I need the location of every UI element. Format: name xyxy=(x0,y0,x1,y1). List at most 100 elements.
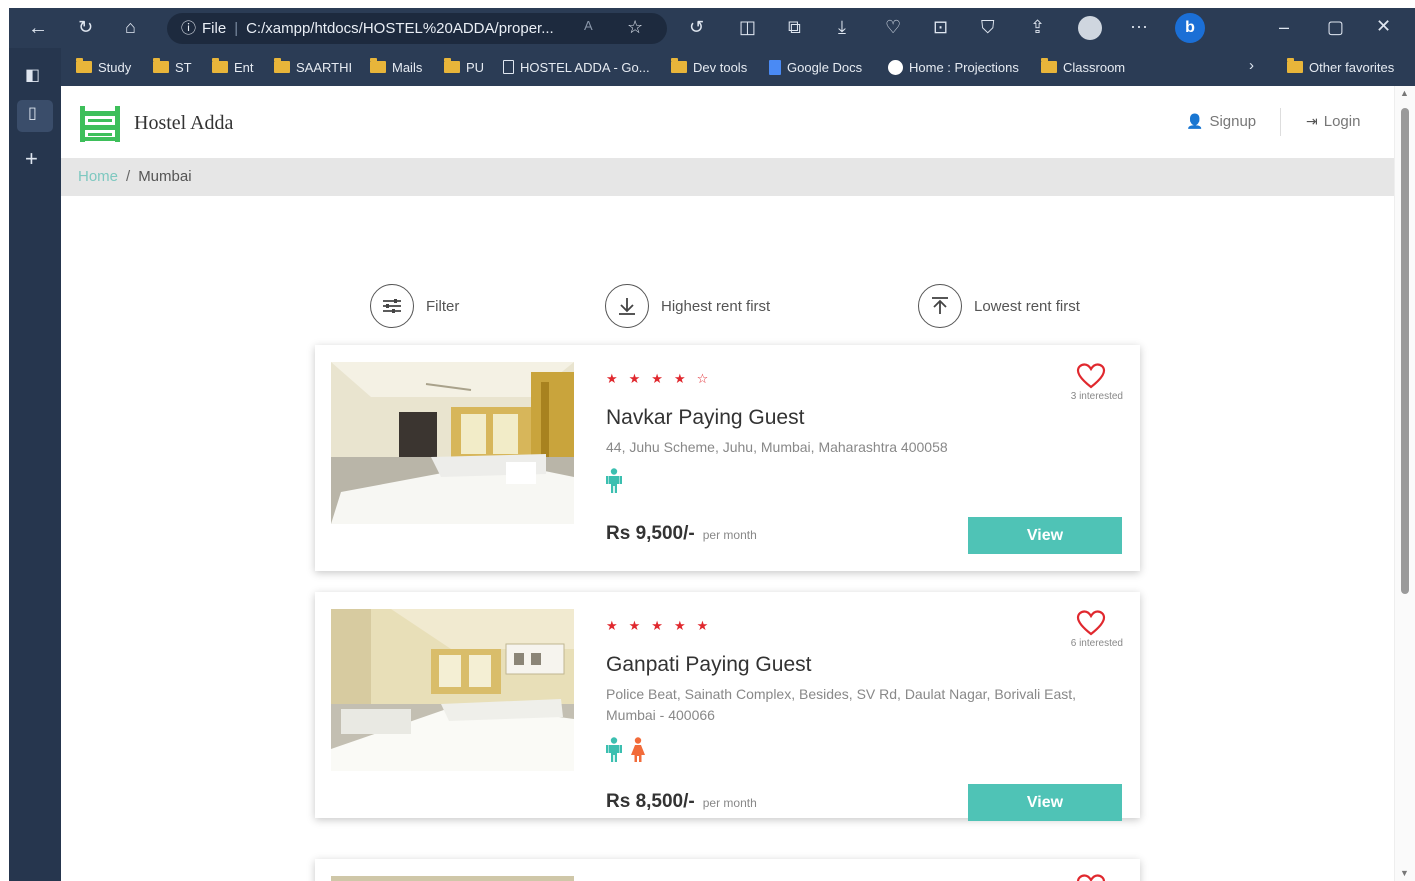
refresh-icon[interactable]: ↻ xyxy=(78,18,93,36)
listing-price: Rs 9,500/- per month xyxy=(606,523,757,544)
info-icon: ⓘ xyxy=(181,20,197,37)
scrollbar-thumb[interactable] xyxy=(1401,108,1409,594)
favorite-st[interactable]: ST xyxy=(153,57,192,77)
vertical-tabs: ◧ ▯ + xyxy=(9,48,61,881)
hostel-logo-icon[interactable] xyxy=(79,104,121,144)
interested-count: 6 interested xyxy=(1070,638,1123,649)
listing-title[interactable]: Ganpati Paying Guest xyxy=(606,653,811,677)
listing-card-partial xyxy=(315,859,1140,881)
screenshot-icon[interactable]: ⊡ xyxy=(933,18,948,36)
address-url: C:/xampp/htdocs/HOSTEL%20ADDA/proper... xyxy=(246,20,554,37)
download-icon[interactable]: ⤓ xyxy=(838,18,846,36)
read-aloud-icon[interactable]: A xyxy=(584,19,593,32)
browser-toolbar: ← ↻ ⌂ ⓘ File | C:/xampp/htdocs/HOSTEL%20ADD… xyxy=(9,8,1415,86)
per-month-label: per month xyxy=(702,796,757,810)
highest-rent-first-button[interactable]: Highest rent first xyxy=(605,283,770,329)
per-month-label: per month xyxy=(702,528,757,542)
close-icon[interactable]: ✕ xyxy=(1376,17,1391,35)
folder-icon xyxy=(444,58,460,73)
split-screen-icon[interactable]: ◫ xyxy=(739,18,756,36)
favorite-hostel-adda[interactable]: HOSTEL ADDA - Go... xyxy=(503,57,650,77)
rating-stars: ★★★★★ xyxy=(606,618,720,633)
tab-actions-icon[interactable]: ◧ xyxy=(25,68,40,84)
minimize-icon[interactable]: – xyxy=(1279,18,1289,36)
favorite-saarthi[interactable]: SAARTHI xyxy=(274,57,352,77)
lowest-rent-label: Lowest rent first xyxy=(974,297,1080,315)
new-tab-icon[interactable]: + xyxy=(25,148,38,170)
copilot-icon[interactable]: b xyxy=(1175,13,1205,43)
listing-title[interactable]: Navkar Paying Guest xyxy=(606,406,804,430)
extension-icon[interactable]: ↺ xyxy=(689,18,704,36)
heart-icon[interactable] xyxy=(1076,362,1106,390)
sort-descending-icon xyxy=(605,284,649,328)
login-link[interactable]: ⇥ Login xyxy=(1306,113,1360,130)
docs-icon xyxy=(769,59,781,75)
folder-icon xyxy=(153,58,169,73)
male-icon xyxy=(606,737,622,762)
address-row: ← ↻ ⌂ ⓘ File | C:/xampp/htdocs/HOSTEL%20ADD… xyxy=(9,8,1415,48)
share-icon[interactable]: ⇪ xyxy=(1030,18,1045,36)
listing-card: ★★★★☆ 3 interested Navkar Paying Guest 4… xyxy=(315,345,1140,571)
window-left-edge xyxy=(0,0,9,881)
window-top-edge xyxy=(0,0,1415,8)
favorite-classroom[interactable]: Classroom xyxy=(1041,57,1125,77)
female-icon xyxy=(631,737,645,762)
favorite-star-icon[interactable]: ☆ xyxy=(627,18,643,36)
favorite-pu[interactable]: PU xyxy=(444,57,484,77)
home-icon[interactable]: ⌂ xyxy=(125,18,136,36)
heart-icon[interactable] xyxy=(1076,609,1106,637)
filter-label: Filter xyxy=(426,297,460,315)
favorite-google-docs[interactable]: Google Docs xyxy=(769,57,862,77)
page-tab-icon: ▯ xyxy=(28,105,37,122)
web-page: Hostel Adda 👤 Signup ⇥ Login Home / Mumbai… xyxy=(61,86,1394,881)
collections-icon[interactable]: ⧉ xyxy=(788,18,801,36)
folder-icon xyxy=(370,58,386,73)
filter-icon xyxy=(370,284,414,328)
page-scrollbar[interactable]: ▲ ▼ xyxy=(1394,86,1415,881)
heart-icon[interactable] xyxy=(1076,873,1106,881)
hostel-photo[interactable] xyxy=(331,876,574,881)
favorite-dev-tools[interactable]: Dev tools xyxy=(671,57,747,77)
back-icon[interactable]: ← xyxy=(28,18,48,38)
nav-divider xyxy=(1280,108,1281,136)
user-icon: 👤 xyxy=(1186,113,1204,129)
signup-link[interactable]: 👤 Signup xyxy=(1186,113,1256,130)
breadcrumb-home[interactable]: Home xyxy=(78,168,118,185)
interested-count: 3 interested xyxy=(1070,391,1123,402)
scroll-down-icon[interactable]: ▼ xyxy=(1400,868,1409,878)
brand-name[interactable]: Hostel Adda xyxy=(134,112,233,135)
filter-button[interactable]: Filter xyxy=(370,283,459,329)
more-icon[interactable]: ··· xyxy=(1130,17,1148,35)
login-icon: ⇥ xyxy=(1306,113,1318,129)
breadcrumb-current: Mumbai xyxy=(138,168,192,185)
profile-avatar[interactable] xyxy=(1078,16,1102,40)
hostel-photo[interactable] xyxy=(331,362,574,524)
folder-icon xyxy=(76,58,92,73)
favorite-other[interactable]: Other favorites xyxy=(1287,57,1394,77)
projections-icon xyxy=(888,59,903,75)
gender-icons xyxy=(606,737,646,763)
page-icon xyxy=(503,60,514,74)
folder-icon xyxy=(212,58,228,73)
view-button[interactable]: View xyxy=(968,517,1122,554)
scroll-up-icon[interactable]: ▲ xyxy=(1400,88,1409,98)
browser-essentials-icon[interactable]: ⛉ xyxy=(981,18,995,36)
chevron-right-icon[interactable]: › xyxy=(1249,58,1254,73)
male-icon xyxy=(606,468,622,493)
rating-stars: ★★★★☆ xyxy=(606,371,720,386)
lowest-rent-first-button[interactable]: Lowest rent first xyxy=(918,283,1080,329)
folder-icon xyxy=(671,58,687,73)
favorite-mails[interactable]: Mails xyxy=(370,57,422,77)
site-navbar: Hostel Adda 👤 Signup ⇥ Login xyxy=(61,86,1394,158)
favorite-ent[interactable]: Ent xyxy=(212,57,254,77)
performance-icon[interactable]: ♡ xyxy=(885,18,901,36)
folder-icon xyxy=(1041,58,1057,73)
favorite-study[interactable]: Study xyxy=(76,57,131,77)
view-button[interactable]: View xyxy=(968,784,1122,821)
favorites-bar: Study ST Ent SAARTHI Mails PU HOSTEL ADD… xyxy=(59,48,1415,86)
favorite-projections[interactable]: Home : Projections xyxy=(888,57,1019,77)
sort-ascending-icon xyxy=(918,284,962,328)
gender-icons xyxy=(606,468,622,494)
hostel-photo[interactable] xyxy=(331,609,574,771)
maximize-icon[interactable]: ▢ xyxy=(1327,18,1344,36)
